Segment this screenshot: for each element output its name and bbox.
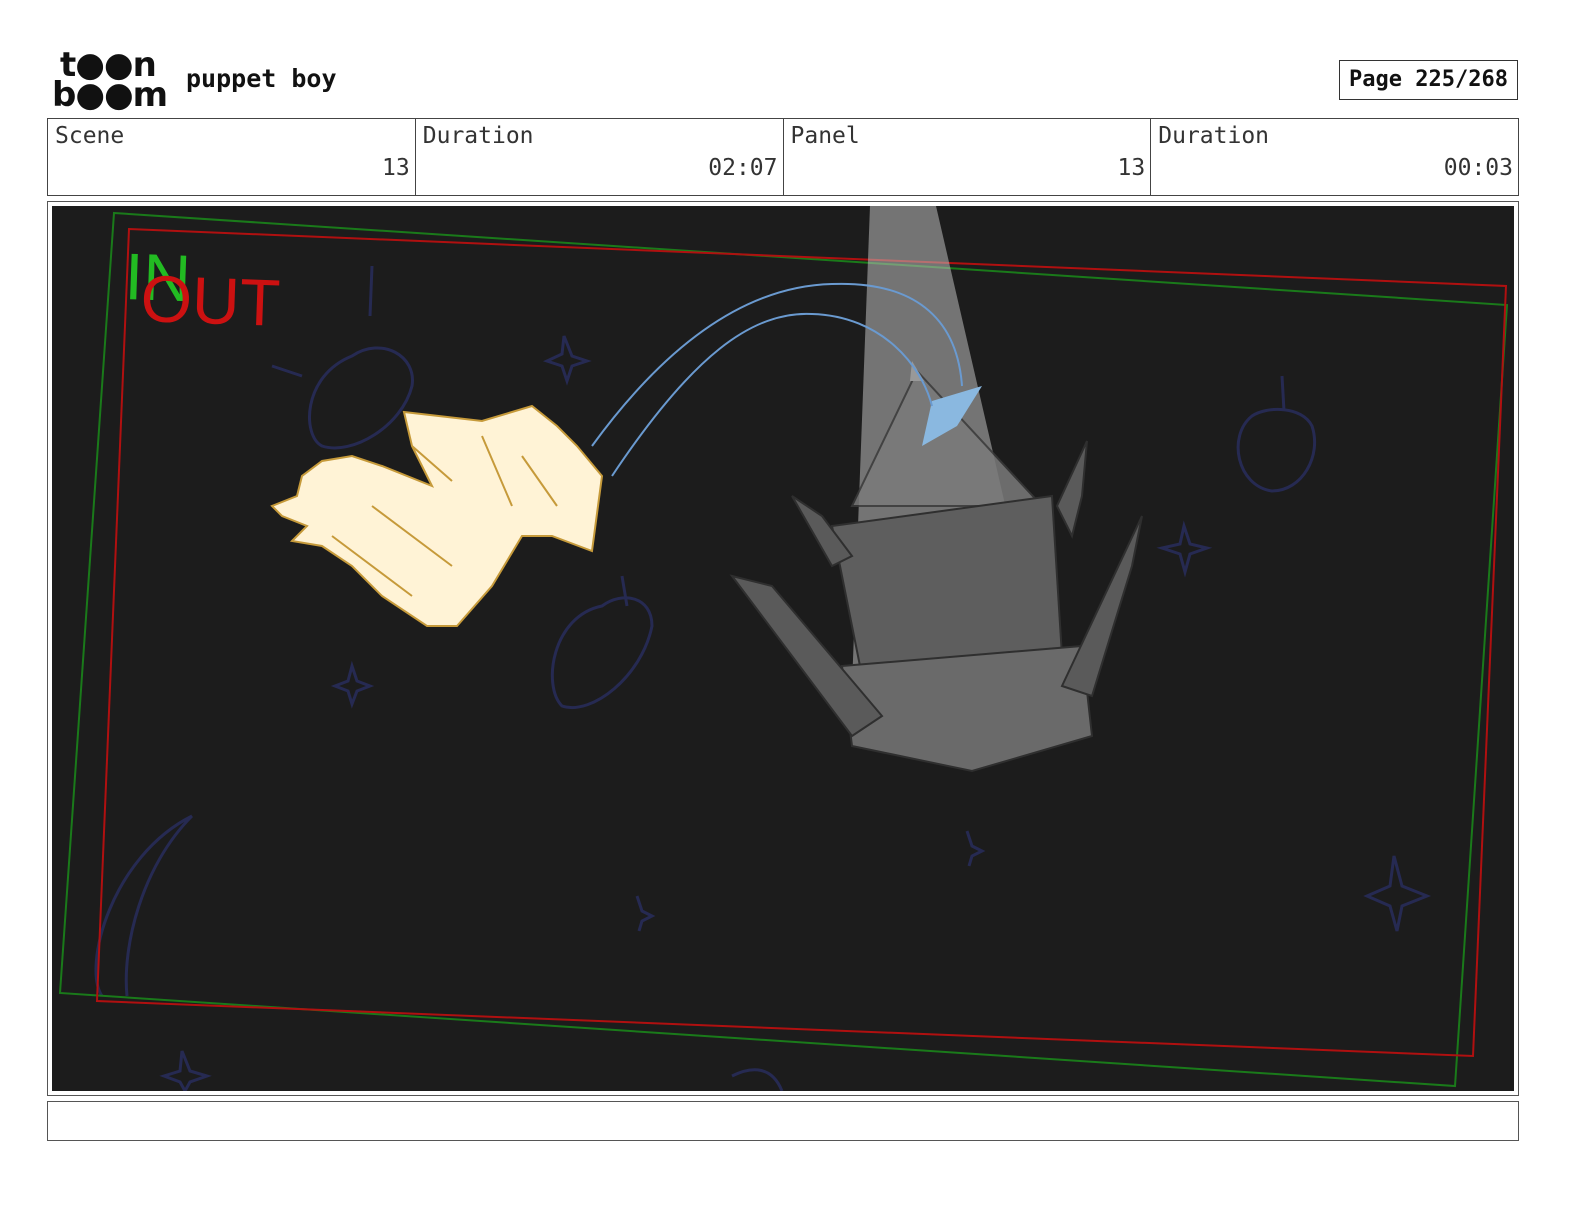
scene-duration-cell: Duration 02:07 — [416, 119, 784, 195]
scene-duration-value: 02:07 — [708, 155, 778, 181]
scene-label: Scene — [55, 123, 125, 149]
toonboom-logo: t●●n b●●m — [52, 48, 168, 115]
logo-line-2: b●●m — [52, 75, 168, 115]
panel-label: Panel — [790, 123, 860, 149]
storyboard-panel-frame: IN OUT — [47, 201, 1519, 1096]
panel-value: 13 — [1117, 155, 1146, 181]
project-title: puppet boy — [186, 64, 337, 93]
puppet-boy-figure — [270, 404, 604, 627]
panel-duration-value: 00:03 — [1443, 155, 1513, 181]
panel-duration-label: Duration — [1158, 123, 1270, 149]
background-sketches — [94, 265, 1432, 1091]
in-frame — [58, 211, 1509, 1088]
scene-cell: Scene 13 — [48, 119, 416, 195]
panel-drawing: IN OUT — [58, 206, 1509, 1091]
scene-duration-label: Duration — [422, 123, 534, 149]
scene-info-table: Scene 13 Duration 02:07 Panel 13 Duratio… — [47, 118, 1519, 196]
panel-image: IN OUT — [52, 206, 1514, 1091]
panel-duration-cell: Duration 00:03 — [1151, 119, 1518, 195]
page-number: Page 225/268 — [1339, 60, 1518, 100]
panel-cell: Panel 13 — [784, 119, 1152, 195]
panel-notes — [47, 1101, 1519, 1141]
scene-value: 13 — [382, 155, 410, 181]
out-label: OUT — [140, 261, 282, 340]
